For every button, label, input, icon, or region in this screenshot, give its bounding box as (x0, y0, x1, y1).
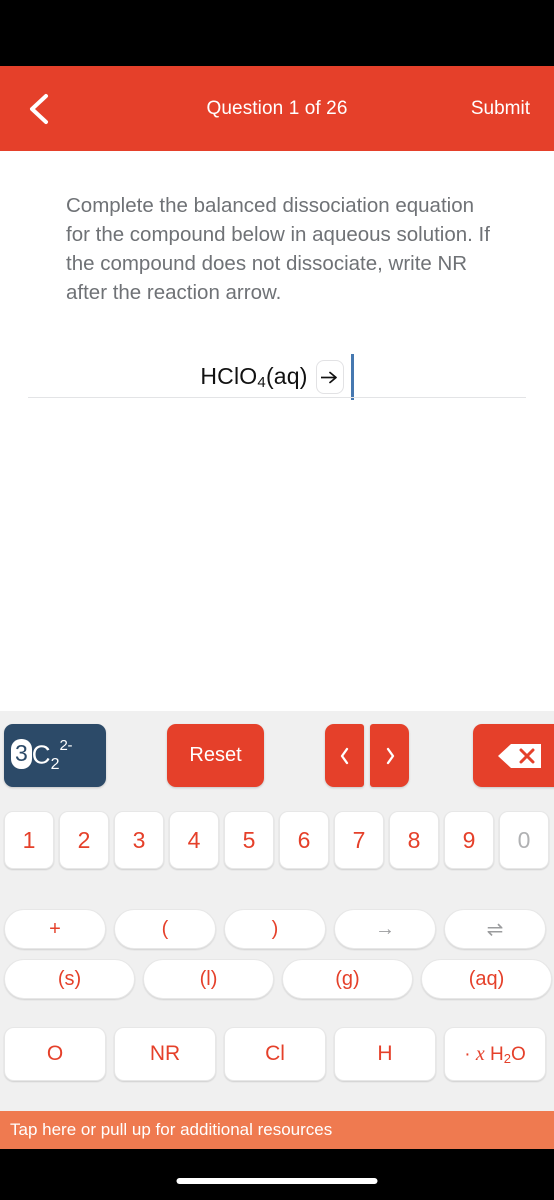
number-key-row: 1 2 3 4 5 6 7 8 9 0 (4, 811, 554, 869)
hydrate-formula-end: O (510, 1043, 526, 1065)
element-key-nr[interactable]: NR (114, 1027, 216, 1081)
num-key-0: 0 (499, 811, 549, 869)
equilibrium-arrow-key: ⇌ (444, 909, 546, 949)
num-key-9[interactable]: 9 (444, 811, 494, 869)
equation-divider (28, 397, 526, 398)
element-key-row: O NR Cl H · x H2O (4, 1027, 554, 1081)
text-caret (350, 354, 354, 400)
app-root: Question 1 of 26 Submit Complete the bal… (0, 0, 554, 1200)
element-key-hydrogen[interactable]: H (334, 1027, 436, 1081)
token-subscript: 2 (50, 756, 60, 773)
reaction-arrow-button[interactable] (315, 360, 344, 394)
token-element: C (31, 739, 51, 770)
compound-subscript: 4 (257, 374, 266, 391)
compound-formula: HClO (200, 363, 258, 389)
num-key-7[interactable]: 7 (334, 811, 384, 869)
question-prompt: Complete the balanced dissociation equat… (66, 194, 490, 304)
status-bar (0, 0, 554, 66)
state-key-row: (s) (l) (g) (aq) (4, 959, 554, 999)
state-key-gas[interactable]: (g) (282, 959, 413, 999)
backspace-delete-icon (497, 742, 543, 770)
open-paren-key[interactable]: ( (114, 909, 216, 949)
num-key-4[interactable]: 4 (169, 811, 219, 869)
keypad-toolbar: 3 C2 2- Reset (0, 724, 554, 787)
chevron-left-icon (339, 746, 351, 766)
num-key-5[interactable]: 5 (224, 811, 274, 869)
hydrate-dot: · (464, 1043, 471, 1065)
num-key-8[interactable]: 8 (389, 811, 439, 869)
right-arrow-icon (320, 370, 339, 385)
num-key-1[interactable]: 1 (4, 811, 54, 869)
header-bar: Question 1 of 26 Submit (0, 66, 554, 151)
hydrate-variable: x (475, 1042, 485, 1065)
hydrate-key[interactable]: · x H2O (444, 1027, 546, 1081)
element-key-oxygen[interactable]: O (4, 1027, 106, 1081)
num-key-6[interactable]: 6 (279, 811, 329, 869)
home-indicator[interactable] (176, 1178, 378, 1184)
prev-token-button[interactable] (325, 724, 364, 787)
token-expression: 3 C2 2- (11, 737, 73, 773)
submit-button[interactable]: Submit (471, 98, 530, 120)
operator-key-row: + ( ) → ⇌ (4, 909, 554, 949)
close-paren-key[interactable]: ) (224, 909, 326, 949)
num-key-2[interactable]: 2 (59, 811, 109, 869)
plus-key[interactable]: + (4, 909, 106, 949)
chevron-right-icon (384, 746, 396, 766)
chemistry-keypad: 3 C22- Reset 1 2 3 4 5 6 7 8 9 0 + () →… (0, 711, 554, 1111)
next-token-button[interactable] (370, 724, 409, 787)
home-indicator-area (0, 1149, 554, 1200)
additional-resources-label: Tap here or pull up for additional resou… (10, 1120, 333, 1139)
hydrate-formula: H (490, 1043, 504, 1065)
token-superscript: 2- (59, 737, 73, 754)
backspace-button[interactable] (473, 724, 554, 787)
additional-resources-bar[interactable]: Tap here or pull up for additional resou… (0, 1111, 554, 1149)
token-coefficient: 3 (11, 739, 32, 770)
hydrate-label: · x H2O (464, 1043, 526, 1066)
current-token-display[interactable]: 3 C2 2- (4, 724, 106, 787)
compound-phase: (aq) (265, 363, 308, 389)
state-key-solid[interactable]: (s) (4, 959, 135, 999)
state-key-aqueous[interactable]: (aq) (421, 959, 552, 999)
hydrate-subscript: 2 (503, 1050, 511, 1066)
reset-button[interactable]: Reset (167, 724, 264, 787)
element-key-chlorine[interactable]: Cl (224, 1027, 326, 1081)
reaction-arrow-key: → (334, 909, 436, 949)
state-key-liquid[interactable]: (l) (143, 959, 274, 999)
equation-reactant: HClO4(aq) (200, 363, 307, 391)
question-content: Complete the balanced dissociation equat… (0, 151, 554, 711)
num-key-3[interactable]: 3 (114, 811, 164, 869)
